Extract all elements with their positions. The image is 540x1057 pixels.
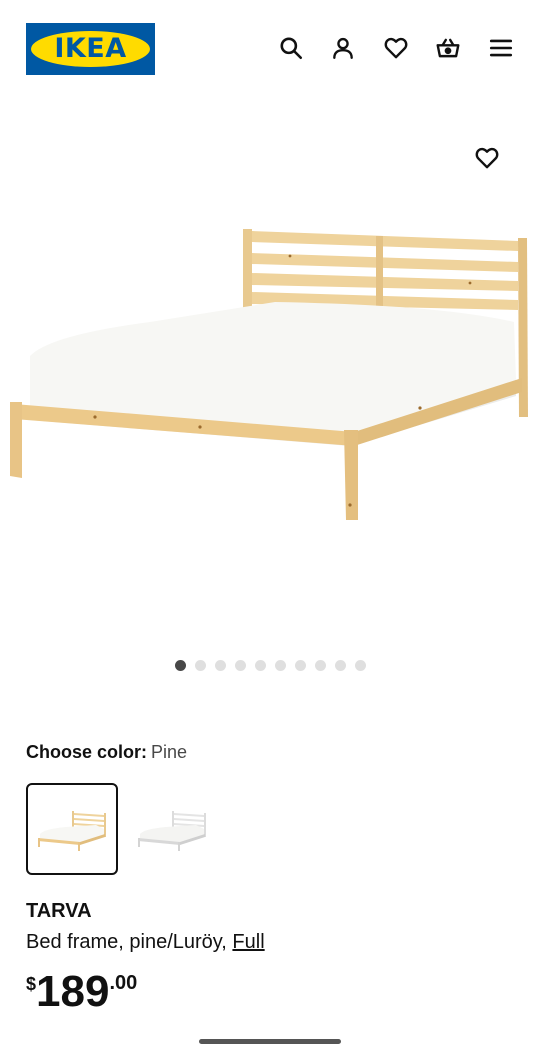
image-carousel-dots <box>0 660 540 672</box>
carousel-dot[interactable] <box>214 660 226 671</box>
add-to-favourites-button[interactable] <box>472 143 502 173</box>
favourites-icon[interactable] <box>381 33 411 63</box>
carousel-dot[interactable] <box>294 660 306 671</box>
carousel-dot[interactable] <box>274 660 286 671</box>
color-chooser-label: Choose color: Pine <box>26 742 187 763</box>
carousel-dot[interactable] <box>334 660 346 671</box>
pine-bed-thumbnail <box>38 811 106 851</box>
account-icon[interactable] <box>328 33 358 63</box>
carousel-dot[interactable] <box>254 660 266 671</box>
search-icon[interactable] <box>276 33 306 63</box>
menu-icon[interactable] <box>486 33 516 63</box>
home-indicator[interactable] <box>199 1039 341 1044</box>
product-image[interactable] <box>0 130 540 650</box>
product-description: Bed frame, pine/Luröy, Full <box>26 931 265 954</box>
carousel-dot[interactable] <box>174 660 186 671</box>
product-price: $ 189 .00 <box>26 968 137 1018</box>
bed-illustration <box>10 229 528 520</box>
color-swatch-pine[interactable] <box>26 783 118 875</box>
heart-icon <box>475 147 499 169</box>
size-link[interactable]: Full <box>232 931 264 953</box>
ikea-logo[interactable]: IKEA <box>26 23 155 75</box>
color-swatch-white[interactable] <box>126 783 218 875</box>
logo-text: IKEA <box>54 33 127 64</box>
white-bed-thumbnail <box>138 811 206 851</box>
price-decimals: .00 <box>109 972 138 994</box>
carousel-dot[interactable] <box>234 660 246 671</box>
carousel-dot[interactable] <box>194 660 206 671</box>
selected-color-value: Pine <box>151 742 188 762</box>
carousel-dot[interactable] <box>314 660 326 671</box>
color-label-key: Choose color: <box>26 742 148 762</box>
carousel-dot[interactable] <box>354 660 366 671</box>
basket-icon[interactable] <box>433 33 463 63</box>
header: IKEA <box>0 0 540 100</box>
price-currency: $ <box>26 974 37 994</box>
product-name: TARVA <box>26 900 92 922</box>
price-integer: 189 <box>36 967 110 1016</box>
product-description-text: Bed frame, pine/Luröy, <box>26 931 227 953</box>
